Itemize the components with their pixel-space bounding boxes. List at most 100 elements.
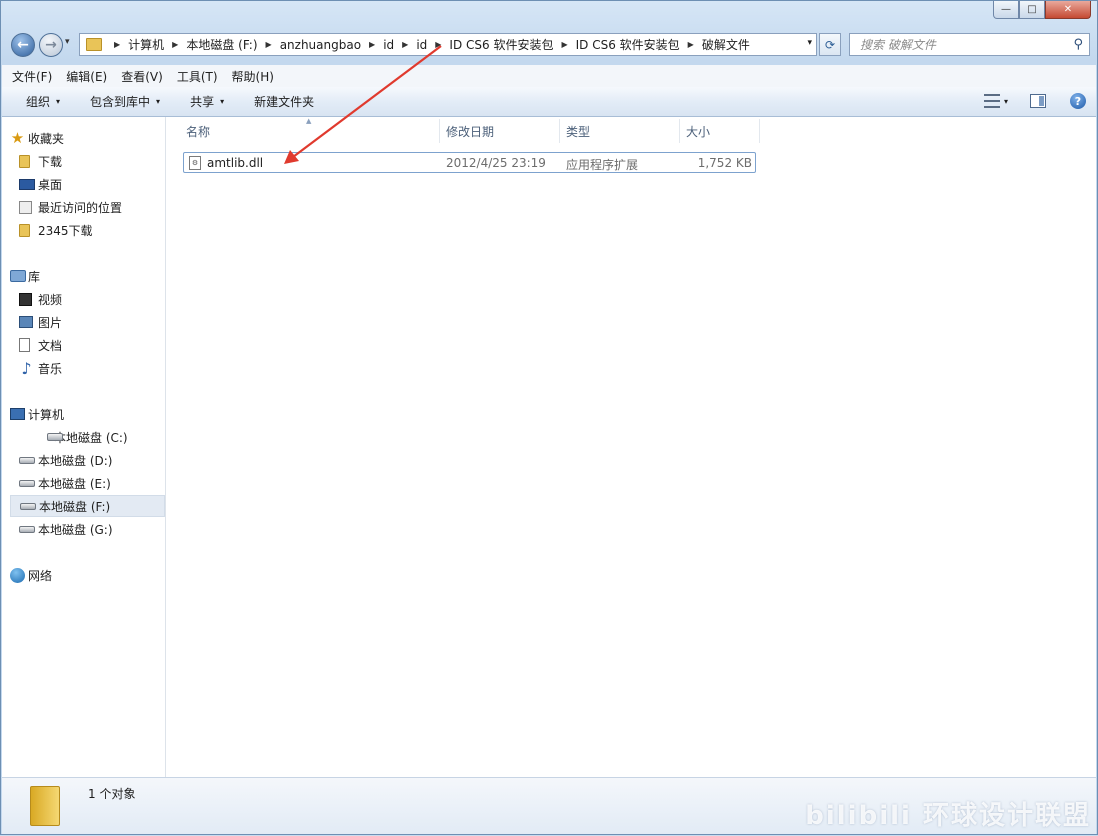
search-box[interactable]: ⚲	[849, 33, 1090, 56]
network-icon	[10, 567, 25, 583]
picture-library-icon	[19, 316, 33, 328]
preview-pane-icon[interactable]	[1030, 94, 1046, 108]
library-icon	[10, 270, 26, 282]
breadcrumb-idcs6-2[interactable]: ID CS6 软件安装包	[576, 36, 680, 53]
system-drive-icon	[47, 433, 63, 441]
file-list: ▲ 名称 修改日期 类型 大小 ⚙ amtlib.dll 2012/4/25 2…	[166, 117, 1096, 777]
chevron-right-icon[interactable]: ▶	[561, 40, 567, 49]
toolbar-right: ▾ ?	[983, 93, 1086, 109]
column-header-type[interactable]: 类型	[560, 119, 679, 143]
chevron-right-icon[interactable]: ▶	[369, 40, 375, 49]
recent-pages-dropdown[interactable]: ▾	[65, 37, 70, 47]
sidebar-item-drive-g[interactable]: 本地磁盘 (G:)	[10, 518, 165, 540]
sidebar-item-label: 本地磁盘 (E:)	[38, 476, 111, 491]
column-header-size[interactable]: 大小	[680, 119, 759, 143]
breadcrumb-idcs6-1[interactable]: ID CS6 软件安装包	[449, 36, 553, 53]
sidebar-item-label: 音乐	[38, 361, 63, 376]
breadcrumb-anzhuangbao[interactable]: anzhuangbao	[280, 38, 361, 52]
hard-drive-icon	[20, 502, 36, 510]
menu-tools[interactable]: 工具(T)	[175, 68, 220, 85]
help-icon[interactable]: ?	[1070, 93, 1086, 109]
menu-help[interactable]: 帮助(H)	[230, 68, 276, 85]
sidebar-favorites[interactable]: ★ 收藏夹	[10, 127, 165, 149]
sidebar-item-documents[interactable]: 文档	[10, 334, 165, 356]
sidebar-group-label: 库	[28, 269, 41, 284]
sidebar-item-downloads[interactable]: 下载	[10, 150, 165, 172]
refresh-button[interactable]: ⟳	[819, 33, 841, 56]
include-in-library-label: 包含到库中	[90, 95, 151, 109]
sidebar-libraries[interactable]: 库	[10, 265, 165, 287]
sidebar-item-drive-e[interactable]: 本地磁盘 (E:)	[10, 472, 165, 494]
sidebar-item-drive-f[interactable]: 本地磁盘 (F:)	[10, 495, 165, 517]
sidebar-item-label: 本地磁盘 (F:)	[39, 499, 111, 514]
chevron-right-icon[interactable]: ▶	[172, 40, 178, 49]
chevron-right-icon[interactable]: ▶	[688, 40, 694, 49]
sidebar-item-drive-d[interactable]: 本地磁盘 (D:)	[10, 449, 165, 471]
downloads-folder-icon	[19, 154, 30, 168]
chevron-right-icon[interactable]: ▶	[435, 40, 441, 49]
explorer-window: — □ ✕ ← → ▾ ▶ 计算机 ▶ 本地磁盘 (F:) ▶ anzhuang…	[0, 0, 1098, 835]
breadcrumb-computer[interactable]: 计算机	[128, 36, 164, 53]
organize-button[interactable]: 组织 ▾	[26, 93, 60, 110]
column-divider[interactable]	[759, 119, 760, 143]
file-size: 1,752 KB	[697, 156, 752, 170]
navigation-pane: ★ 收藏夹 下载 桌面 最近访问的位置 2345下载 库 视频 图片 文档 ♪ …	[2, 117, 166, 777]
include-in-library-button[interactable]: 包含到库中 ▾	[90, 93, 160, 110]
chevron-right-icon[interactable]: ▶	[266, 40, 272, 49]
sidebar-network[interactable]: 网络	[10, 564, 165, 586]
chevron-down-icon: ▾	[156, 97, 161, 106]
sidebar-item-drive-c[interactable]: 本地磁盘 (C:)	[10, 426, 165, 448]
maximize-button[interactable]: □	[1019, 1, 1045, 19]
column-header-name[interactable]: 名称	[180, 119, 438, 143]
chevron-down-icon[interactable]: ▾	[1004, 97, 1008, 106]
star-icon: ★	[10, 129, 25, 147]
column-header-date[interactable]: 修改日期	[440, 119, 559, 143]
share-button[interactable]: 共享 ▾	[190, 93, 224, 110]
sidebar-item-2345-downloads[interactable]: 2345下载	[10, 219, 165, 241]
search-input[interactable]	[858, 36, 1062, 53]
command-toolbar: 组织 ▾ 包含到库中 ▾ 共享 ▾ 新建文件夹 ▾ ?	[2, 87, 1096, 117]
sidebar-item-label: 本地磁盘 (C:)	[54, 430, 128, 445]
view-options-icon[interactable]	[983, 94, 1000, 108]
sidebar-item-label: 2345下载	[38, 223, 93, 238]
document-library-icon	[19, 338, 30, 352]
address-bar[interactable]: ▶ 计算机 ▶ 本地磁盘 (F:) ▶ anzhuangbao ▶ id ▶ i…	[79, 33, 817, 56]
search-icon[interactable]: ⚲	[1073, 37, 1083, 52]
music-note-icon: ♪	[21, 358, 32, 378]
back-button[interactable]: ←	[11, 33, 35, 57]
sidebar-item-label: 文档	[38, 338, 63, 353]
chevron-right-icon[interactable]: ▶	[402, 40, 408, 49]
computer-icon	[10, 408, 25, 420]
sidebar-item-videos[interactable]: 视频	[10, 288, 165, 310]
breadcrumb-crack-files[interactable]: 破解文件	[702, 36, 750, 53]
content-area: ★ 收藏夹 下载 桌面 最近访问的位置 2345下载 库 视频 图片 文档 ♪ …	[2, 117, 1096, 777]
breadcrumb-id-1[interactable]: id	[383, 38, 394, 52]
menu-edit[interactable]: 编辑(E)	[64, 68, 109, 85]
file-name: amtlib.dll	[207, 156, 264, 170]
hard-drive-icon	[19, 479, 35, 487]
chevron-down-icon: ▾	[56, 97, 61, 106]
minimize-button[interactable]: —	[993, 1, 1019, 19]
menu-view[interactable]: 查看(V)	[119, 68, 165, 85]
sidebar-item-desktop[interactable]: 桌面	[10, 173, 165, 195]
menu-file[interactable]: 文件(F)	[10, 68, 54, 85]
file-row[interactable]: ⚙ amtlib.dll 2012/4/25 23:19 应用程序扩展 1,75…	[183, 152, 756, 173]
close-button[interactable]: ✕	[1045, 1, 1091, 19]
address-history-dropdown[interactable]: ▾	[807, 38, 812, 48]
chevron-right-icon[interactable]: ▶	[114, 40, 120, 49]
new-folder-button[interactable]: 新建文件夹	[254, 93, 314, 110]
sidebar-item-recent-places[interactable]: 最近访问的位置	[10, 196, 165, 218]
desktop-icon	[19, 178, 35, 190]
sidebar-item-pictures[interactable]: 图片	[10, 311, 165, 333]
breadcrumb-drive-f[interactable]: 本地磁盘 (F:)	[186, 36, 257, 53]
sidebar-item-label: 最近访问的位置	[38, 200, 123, 215]
breadcrumb-id-2[interactable]: id	[416, 38, 427, 52]
hard-drive-icon	[19, 525, 35, 533]
sidebar-item-music[interactable]: ♪ 音乐	[10, 357, 165, 379]
back-arrow-icon: ←	[17, 37, 29, 53]
forward-button[interactable]: →	[39, 33, 63, 57]
sidebar-computer[interactable]: 计算机	[10, 403, 165, 425]
hard-drive-icon	[19, 456, 35, 464]
sidebar-group-label: 计算机	[28, 407, 65, 422]
sidebar-item-label: 本地磁盘 (G:)	[38, 522, 113, 537]
